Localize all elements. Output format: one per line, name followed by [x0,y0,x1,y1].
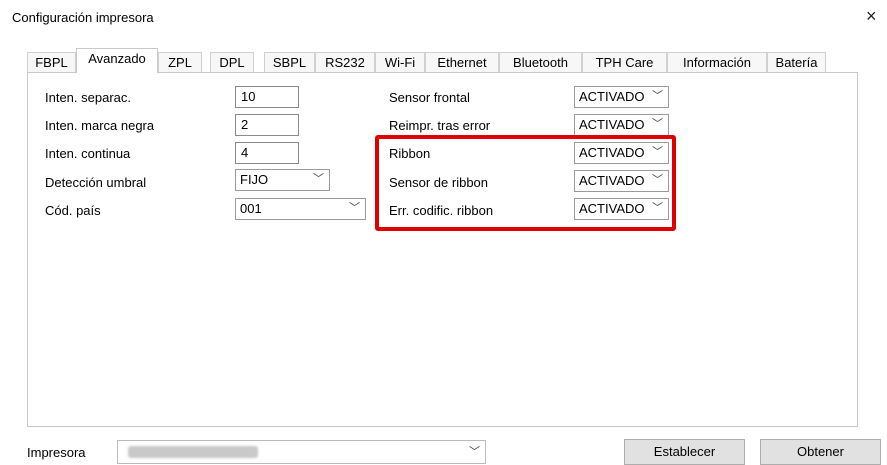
chevron-down-icon: ﹀ [469,446,480,458]
tab-zpl[interactable]: ZPL [158,52,202,72]
label-reimpr-tras-error: Reimpr. tras error [389,118,491,133]
label-cod-pais: Cód. país [45,203,101,218]
reimpr-tras-error-select[interactable]: ACTIVADO ﹀ [574,114,669,136]
label-inten-separac: Inten. separac. [45,90,131,105]
cod-pais-select[interactable]: 001 ﹀ [235,198,366,220]
window-title: Configuración impresora [12,10,154,25]
tab-sbpl[interactable]: SBPL [264,52,315,72]
chevron-down-icon: ﹀ [313,173,324,185]
tab-bluetooth[interactable]: Bluetooth [499,52,582,72]
printer-select[interactable]: ﹀ [117,440,486,464]
deteccion-umbral-select[interactable]: FIJO ﹀ [235,169,330,191]
inten-marca-negra-input[interactable]: 2 [235,114,299,136]
ribbon-settings-highlight [375,135,676,231]
label-sensor-frontal: Sensor frontal [389,90,470,105]
inten-continua-input[interactable]: 4 [235,142,299,164]
tab-wifi[interactable]: Wi-Fi [375,52,425,72]
tab-bateria[interactable]: Batería [767,52,826,72]
reimpr-tras-error-value: ACTIVADO [579,117,645,132]
chevron-down-icon: ﹀ [349,202,360,214]
cod-pais-value: 001 [240,201,262,216]
tab-rs232[interactable]: RS232 [315,52,375,72]
close-icon[interactable]: × [866,6,877,27]
obtener-button[interactable]: Obtener [760,439,881,465]
sensor-frontal-value: ACTIVADO [579,89,645,104]
sensor-frontal-select[interactable]: ACTIVADO ﹀ [574,86,669,108]
tab-bar: FBPL Avanzado ZPL DPL SBPL RS232 Wi-Fi E… [27,48,858,74]
deteccion-umbral-value: FIJO [240,172,269,187]
tab-ethernet[interactable]: Ethernet [425,52,499,72]
inten-separac-input[interactable]: 10 [235,86,299,108]
tab-informacion[interactable]: Información [667,52,767,72]
label-inten-continua: Inten. continua [45,146,131,161]
tab-fbpl[interactable]: FBPL [27,52,76,72]
chevron-down-icon: ﹀ [650,88,663,104]
tab-avanzado[interactable]: Avanzado [76,48,158,73]
label-inten-marca-negra: Inten. marca negra [45,118,155,133]
tab-tph-care[interactable]: TPH Care [582,52,667,72]
printer-name-redacted [128,446,258,458]
establecer-button[interactable]: Establecer [624,439,745,465]
label-deteccion-umbral: Detección umbral [45,175,147,190]
printer-label: Impresora [27,445,86,460]
chevron-down-icon: ﹀ [650,116,663,132]
tab-dpl[interactable]: DPL [210,52,254,72]
